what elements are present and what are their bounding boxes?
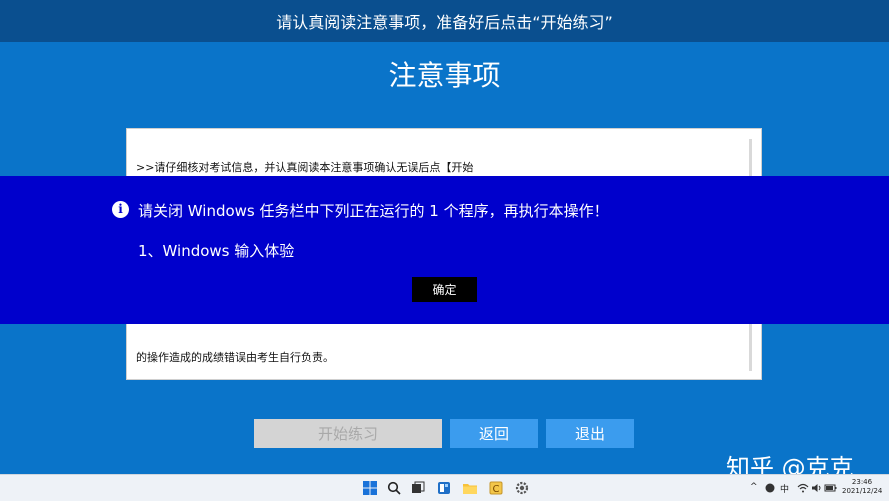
taskbar-clock[interactable]: 23:46 2021/12/24	[842, 478, 882, 496]
notice-text-top: >>请仔细核对考试信息，并认真阅读本注意事项确认无误后点【开始	[136, 161, 474, 174]
taskbar: C ^ 中 23:46 2021/12/24	[0, 474, 889, 501]
tray-chevron-up-icon[interactable]: ^	[750, 482, 758, 492]
notice-text-bottom: 的操作造成的成绩错误由考生自行负责。	[136, 351, 334, 364]
battery-icon[interactable]	[823, 480, 839, 496]
dialog-message: 请关闭 Windows 任务栏中下列正在运行的 1 个程序，再执行本操作！	[138, 202, 609, 220]
warning-dialog: i 请关闭 Windows 任务栏中下列正在运行的 1 个程序，再执行本操作！ …	[0, 176, 889, 324]
ok-button[interactable]: 确定	[412, 277, 477, 302]
info-icon: i	[112, 201, 129, 218]
clock-time: 23:46	[851, 478, 873, 486]
svg-text:C: C	[493, 484, 500, 495]
settings-icon[interactable]	[514, 480, 530, 496]
start-practice-button[interactable]: 开始练习	[254, 419, 442, 448]
widgets-icon[interactable]	[436, 480, 452, 496]
page-title: 注意事项	[388, 59, 501, 92]
search-icon[interactable]	[386, 480, 402, 496]
top-bar-title: 请认真阅读注意事项，准备好后点击“开始练习”	[276, 13, 613, 32]
dialog-program-item: 1、Windows 输入体验	[138, 242, 295, 260]
clock-date: 2021/12/24	[842, 487, 883, 495]
top-bar: 请认真阅读注意事项，准备好后点击“开始练习”	[0, 0, 889, 42]
back-button[interactable]: 返回	[450, 419, 538, 448]
app-c-icon[interactable]: C	[488, 480, 504, 496]
task-view-icon[interactable]	[410, 480, 426, 496]
input-language-indicator[interactable]: 中	[780, 482, 789, 495]
windows-start-icon[interactable]	[362, 480, 378, 496]
tray-app-icon[interactable]	[762, 480, 778, 496]
exit-button[interactable]: 退出	[546, 419, 634, 448]
file-explorer-icon[interactable]	[462, 480, 478, 496]
